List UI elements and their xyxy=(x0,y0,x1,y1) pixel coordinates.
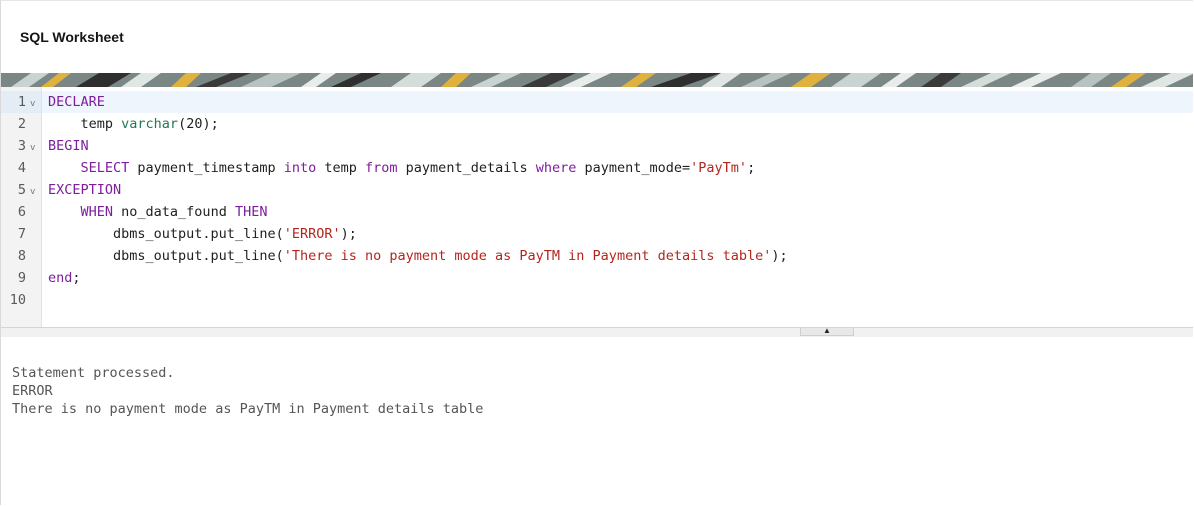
line-number: 4 xyxy=(17,160,26,176)
code-token: ; xyxy=(72,270,81,286)
code-line[interactable]: 9 end; xyxy=(1,267,1193,289)
output-line: There is no payment mode as PayTM in Pay… xyxy=(12,401,484,417)
line-number: 1 xyxy=(17,94,26,110)
output-line: ERROR xyxy=(12,383,53,399)
line-number: 6 xyxy=(17,204,26,220)
line-number: 9 xyxy=(17,270,26,286)
results-pane: Statement processed. ERROR There is no pay… xyxy=(1,337,1193,505)
code-token: SELECT xyxy=(80,160,130,176)
output-line: Statement processed. xyxy=(12,365,175,381)
code-token: THEN xyxy=(234,204,268,220)
code-token: dbms_output.put_line( xyxy=(48,248,284,264)
code-line[interactable]: 10 xyxy=(1,289,1193,311)
code-line[interactable]: 4 SELECT payment_timestamp into temp fro… xyxy=(1,157,1193,179)
code-line[interactable]: 8 dbms_output.put_line('There is no paym… xyxy=(1,245,1193,267)
line-number: 3 xyxy=(17,138,26,154)
code-token: WHEN xyxy=(80,204,114,220)
code-line[interactable]: 7 dbms_output.put_line('ERROR'); xyxy=(1,223,1193,245)
code-text[interactable]: dbms_output.put_line('There is no paymen… xyxy=(48,245,788,267)
code-text[interactable]: DECLARE xyxy=(48,91,105,113)
code-token: DECLARE xyxy=(48,94,105,110)
code-token: from xyxy=(365,160,398,176)
code-token: temp xyxy=(48,116,122,132)
code-token: 'There is no payment mode as PayTM in Pa… xyxy=(283,248,772,264)
code-token: payment_timestamp xyxy=(129,160,284,176)
code-token: ); xyxy=(340,226,357,242)
sql-worksheet-window: SQL Worksheet 1 v DECLARE 2 temp varchar… xyxy=(0,0,1193,505)
code-token: ); xyxy=(771,248,788,264)
splitter-handle[interactable]: ▲ xyxy=(800,327,854,336)
code-text[interactable]: BEGIN xyxy=(48,135,89,157)
code-token: dbms_output.put_line( xyxy=(48,226,284,242)
code-token: no_data_found xyxy=(113,204,235,220)
line-number: 8 xyxy=(17,248,26,264)
line-number: 2 xyxy=(17,116,26,132)
banner-pattern-image xyxy=(1,73,1193,87)
code-token: 'PayTm' xyxy=(690,160,748,176)
code-text[interactable]: EXCEPTION xyxy=(48,179,121,201)
code-text[interactable]: SELECT payment_timestamp into temp from … xyxy=(48,157,756,179)
line-number: 7 xyxy=(17,226,26,242)
code-token: into xyxy=(283,160,317,176)
code-token: end xyxy=(48,270,73,286)
code-line[interactable]: 3 v BEGIN xyxy=(1,135,1193,157)
worksheet-header: SQL Worksheet xyxy=(1,1,1193,73)
code-line[interactable]: 6 WHEN no_data_found THEN xyxy=(1,201,1193,223)
code-text[interactable]: WHEN no_data_found THEN xyxy=(48,201,268,223)
code-token: ; xyxy=(747,160,756,176)
line-number: 10 xyxy=(9,292,26,308)
code-token: varchar xyxy=(121,116,179,132)
code-token: temp xyxy=(316,160,366,176)
code-token: where xyxy=(535,160,577,176)
code-line[interactable]: 1 v DECLARE xyxy=(1,91,1193,113)
code-token: 'ERROR' xyxy=(283,226,341,242)
decorative-banner xyxy=(1,73,1193,87)
fold-chevron-down-icon[interactable]: v xyxy=(30,93,35,115)
code-token: payment_details xyxy=(397,160,536,176)
code-token: payment_mode= xyxy=(576,160,691,176)
code-text[interactable]: dbms_output.put_line('ERROR'); xyxy=(48,223,357,245)
page-title: SQL Worksheet xyxy=(20,29,124,45)
code-token: BEGIN xyxy=(48,138,89,154)
caret-up-icon[interactable]: ▲ xyxy=(823,327,831,335)
code-editor[interactable]: 1 v DECLARE 2 temp varchar(20); 3 v BEGIN 4 SEL… xyxy=(1,87,1193,327)
code-line[interactable]: 5 v EXCEPTION xyxy=(1,179,1193,201)
code-text[interactable]: end; xyxy=(48,267,81,289)
code-token: EXCEPTION xyxy=(48,182,122,198)
line-number: 5 xyxy=(17,182,26,198)
fold-chevron-down-icon[interactable]: v xyxy=(30,137,35,159)
code-text[interactable]: temp varchar(20); xyxy=(48,113,219,135)
code-line[interactable]: 2 temp varchar(20); xyxy=(1,113,1193,135)
code-token: (20); xyxy=(178,116,219,132)
fold-chevron-down-icon[interactable]: v xyxy=(30,181,35,203)
